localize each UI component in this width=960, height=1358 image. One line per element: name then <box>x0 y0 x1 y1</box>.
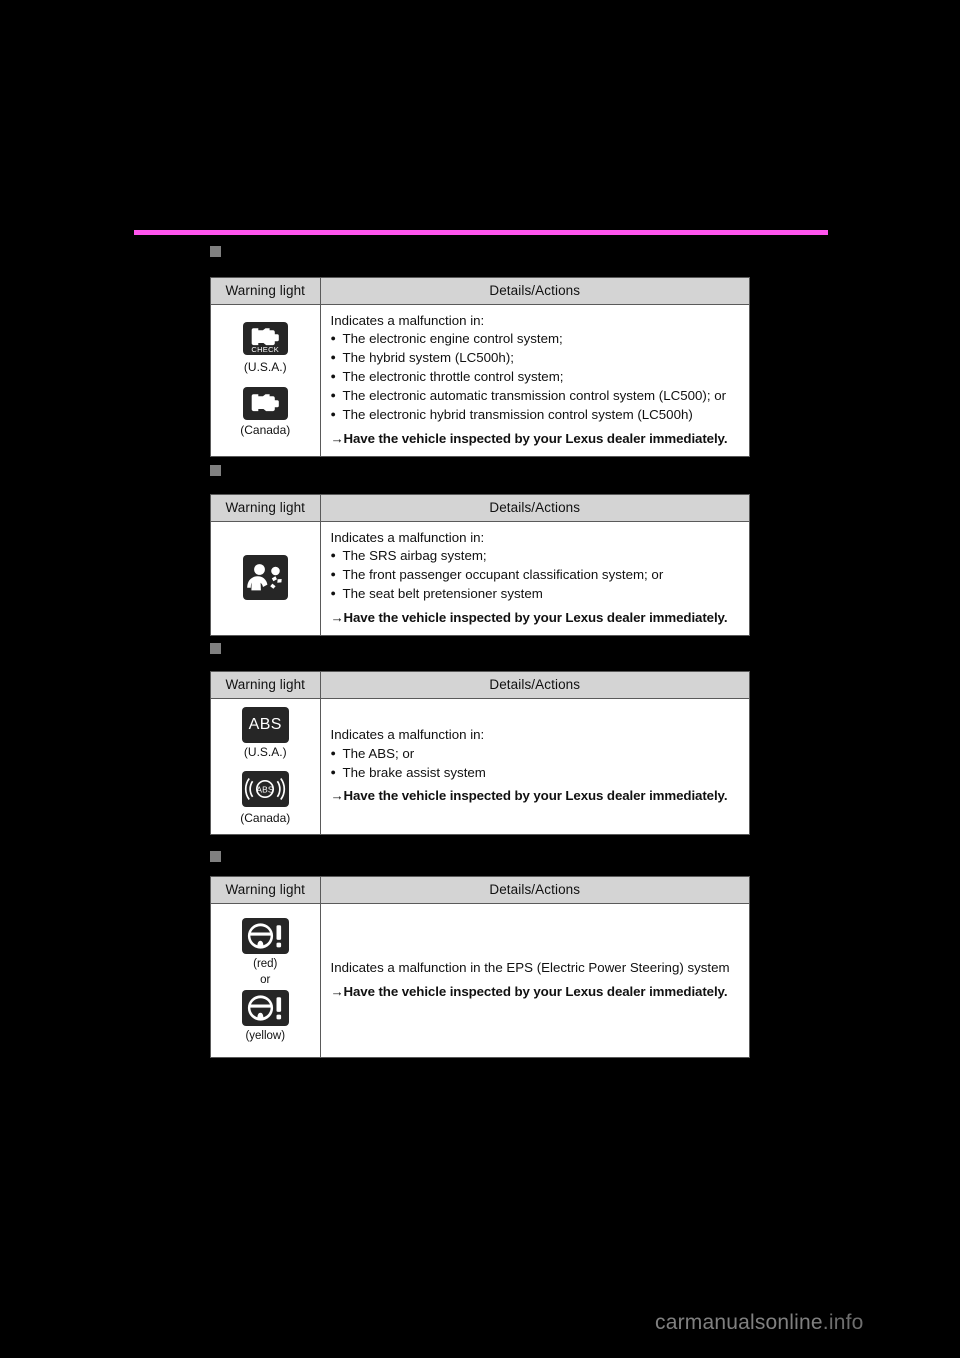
table-srs-airbag: Warning light Details/Actions Indicates … <box>210 494 750 636</box>
warning-light-caption: (Canada) <box>240 810 291 825</box>
column-header-warning-light: Warning light <box>211 672 321 699</box>
table-check-engine: Warning light Details/Actions CHECK (U.S… <box>210 277 750 457</box>
section-marker-check-engine <box>210 246 221 257</box>
details-cell: Indicates a malfunction in: The ABS; or … <box>320 698 749 834</box>
table-abs: Warning light Details/Actions ABS (U.S.A… <box>210 671 750 835</box>
warning-light-caption: (Canada) <box>240 423 291 438</box>
list-item: The SRS airbag system; <box>331 547 750 566</box>
table-row: CHECK (U.S.A.) (Canada) Indicates a malf… <box>211 304 749 456</box>
check-engine-icon-label: CHECK <box>251 344 280 354</box>
column-header-details-actions: Details/Actions <box>320 672 749 699</box>
details-lead: Indicates a malfunction in: <box>330 312 485 328</box>
details-bullet-list: The SRS airbag system; The front passeng… <box>331 547 750 604</box>
table-row: Indicates a malfunction in: The SRS airb… <box>211 521 749 635</box>
column-header-warning-light: Warning light <box>211 877 321 904</box>
column-header-warning-light: Warning light <box>211 495 321 522</box>
details-bullet-list: The electronic engine control system; Th… <box>331 330 750 424</box>
list-item: The electronic automatic transmission co… <box>331 387 750 406</box>
watermark-name: carmanualsonline <box>655 1311 823 1334</box>
watermark: carmanualsonline.info <box>655 1311 864 1335</box>
abs-text-icon: ABS <box>241 706 289 743</box>
table-row: (red) or (yellow) Indicates a malfunctio… <box>211 903 749 1058</box>
section-rule <box>134 230 828 235</box>
table-eps: Warning light Details/Actions (red) or (… <box>210 876 750 1059</box>
details-lead: Indicates a malfunction in: <box>330 529 485 545</box>
list-item: The ABS; or <box>331 745 750 764</box>
engine-icon <box>242 386 288 420</box>
list-item: The hybrid system (LC500h); <box>331 349 750 368</box>
details-bullet-list: The ABS; or The brake assist system <box>331 745 750 783</box>
action-text: Have the vehicle inspected by your Lexus… <box>331 609 750 628</box>
srs-airbag-icon <box>242 555 288 601</box>
eps-steering-icon <box>241 917 289 954</box>
column-header-details-actions: Details/Actions <box>320 877 749 904</box>
warning-light-caption: (red) <box>253 957 278 970</box>
warning-light-caption: (yellow) <box>245 1029 286 1042</box>
action-text: Have the vehicle inspected by your Lexus… <box>331 430 750 449</box>
details-lead: Indicates a malfunction in the EPS (Elec… <box>330 960 730 975</box>
section-marker-abs <box>210 643 221 654</box>
warning-light-cell: CHECK (U.S.A.) (Canada) <box>211 304 321 456</box>
svg-text:ABS: ABS <box>257 784 275 794</box>
warning-light-cell: ABS (U.S.A.) ABS (Canada) <box>211 698 321 834</box>
list-item: The electronic throttle control system; <box>331 368 750 387</box>
column-header-warning-light: Warning light <box>211 278 321 305</box>
warning-light-caption: (U.S.A.) <box>243 359 287 374</box>
abs-circle-icon: ABS <box>241 770 289 807</box>
table-header-row: Warning light Details/Actions <box>211 278 749 305</box>
watermark-tld: .info <box>822 1311 864 1334</box>
warning-light-caption: (U.S.A.) <box>243 744 287 759</box>
page-root: Warning light Details/Actions CHECK (U.S… <box>0 0 960 1358</box>
action-text: Have the vehicle inspected by your Lexus… <box>331 983 750 1002</box>
list-item: The front passenger occupant classificat… <box>331 566 750 585</box>
list-item: The brake assist system <box>331 764 750 783</box>
details-cell: Indicates a malfunction in the EPS (Elec… <box>320 903 749 1057</box>
warning-light-cell: (red) or (yellow) <box>211 903 321 1058</box>
eps-steering-icon <box>241 989 289 1026</box>
details-cell: Indicates a malfunction in: The SRS airb… <box>320 521 749 635</box>
section-marker-srs-airbag <box>210 465 221 476</box>
list-item: The electronic hybrid transmission contr… <box>331 406 750 425</box>
details-lead: Indicates a malfunction in: <box>330 726 485 742</box>
action-text: Have the vehicle inspected by your Lexus… <box>331 787 750 806</box>
details-cell: Indicates a malfunction in: The electron… <box>320 304 749 456</box>
column-header-details-actions: Details/Actions <box>320 495 749 522</box>
light-separator-or: or <box>260 973 271 986</box>
check-engine-icon: CHECK <box>242 321 288 355</box>
table-row: ABS (U.S.A.) ABS (Canada) Indicates a ma… <box>211 698 749 834</box>
list-item: The electronic engine control system; <box>331 330 750 349</box>
section-marker-eps <box>210 851 221 862</box>
column-header-details-actions: Details/Actions <box>320 278 749 305</box>
table-header-row: Warning light Details/Actions <box>211 672 749 699</box>
table-header-row: Warning light Details/Actions <box>211 877 749 904</box>
list-item: The seat belt pretensioner system <box>331 585 750 604</box>
table-header-row: Warning light Details/Actions <box>211 495 749 522</box>
warning-light-cell <box>211 521 321 635</box>
abs-icon-label: ABS <box>248 715 282 733</box>
